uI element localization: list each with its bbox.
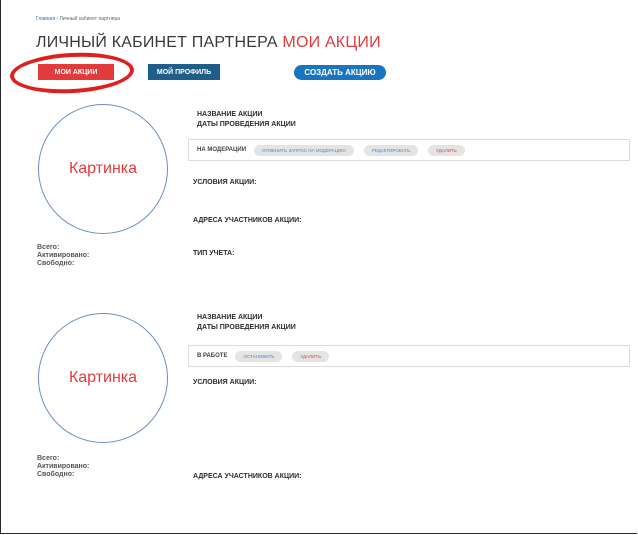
- action-stats: Всего: Активировано: Свободно:: [37, 455, 89, 479]
- action-stats: Всего: Активировано: Свободно:: [37, 244, 89, 268]
- breadcrumb-home-link[interactable]: Главная: [36, 16, 55, 22]
- action-image-placeholder: Картинка: [38, 313, 168, 443]
- status-label: НА МОДЕРАЦИИ: [197, 147, 247, 153]
- action-status-bar: В РАБОТЕ ОСТАНОВИТЬ УДАЛИТЬ: [188, 345, 630, 367]
- stat-free: Свободно:: [37, 471, 75, 478]
- stat-free: Свободно:: [37, 260, 75, 267]
- breadcrumb-current: Личный кабинет партнера: [59, 16, 121, 22]
- action-header: НАЗВАНИЕ АКЦИИ ДАТЫ ПРОВЕДЕНИЯ АКЦИИ: [197, 313, 296, 333]
- action-dates-label: ДАТЫ ПРОВЕДЕНИЯ АКЦИИ: [197, 121, 296, 128]
- cancel-moderation-button[interactable]: ОТМЕНИТЬ ЗАПРОС НА МОДЕРАЦИЮ: [254, 144, 354, 156]
- page-title-accent: МОИ АКЦИИ: [282, 34, 381, 51]
- action-status-bar: НА МОДЕРАЦИИ ОТМЕНИТЬ ЗАПРОС НА МОДЕРАЦИ…: [188, 139, 630, 161]
- page-title: ЛИЧНЫЙ КАБИНЕТ ПАРТНЕРА МОИ АКЦИИ: [36, 34, 381, 52]
- action-header: НАЗВАНИЕ АКЦИИ ДАТЫ ПРОВЕДЕНИЯ АКЦИИ: [197, 110, 296, 130]
- page-title-main: ЛИЧНЫЙ КАБИНЕТ ПАРТНЕРА: [36, 34, 278, 51]
- conditions-label: УСЛОВИЯ АКЦИИ:: [193, 379, 257, 386]
- action-name-label: НАЗВАНИЕ АКЦИИ: [197, 111, 263, 118]
- stop-button[interactable]: ОСТАНОВИТЬ: [235, 350, 283, 362]
- delete-button[interactable]: УДАЛИТЬ: [428, 144, 465, 156]
- action-image-placeholder: Картинка: [38, 104, 168, 234]
- image-placeholder-label: Картинка: [68, 160, 138, 177]
- stat-activated: Активировано:: [37, 252, 90, 259]
- account-type-label: ТИП УЧЕТА:: [193, 250, 235, 257]
- stat-activated: Активировано:: [37, 463, 90, 470]
- status-label: В РАБОТЕ: [197, 353, 228, 359]
- action-dates-label: ДАТЫ ПРОВЕДЕНИЯ АКЦИИ: [197, 324, 296, 331]
- action-name-label: НАЗВАНИЕ АКЦИИ: [197, 314, 263, 321]
- conditions-label: УСЛОВИЯ АКЦИИ:: [193, 179, 257, 186]
- edit-button[interactable]: РЕДАКТИРОВАТЬ: [363, 144, 419, 156]
- image-placeholder-label: Картинка: [68, 369, 138, 386]
- addresses-label: АДРЕСА УЧАСТНИКОВ АКЦИИ:: [193, 473, 302, 480]
- breadcrumb: Главная › Личный кабинет партнера: [36, 16, 120, 22]
- create-action-button[interactable]: СОЗДАТЬ АКЦИЮ: [294, 65, 386, 80]
- addresses-label: АДРЕСА УЧАСТНИКОВ АКЦИИ:: [193, 217, 302, 224]
- delete-button[interactable]: УДАЛИТЬ: [292, 350, 330, 362]
- stat-total: Всего:: [37, 244, 60, 251]
- stat-total: Всего:: [37, 455, 60, 462]
- my-profile-button[interactable]: МОЙ ПРОФИЛЬ: [148, 64, 220, 80]
